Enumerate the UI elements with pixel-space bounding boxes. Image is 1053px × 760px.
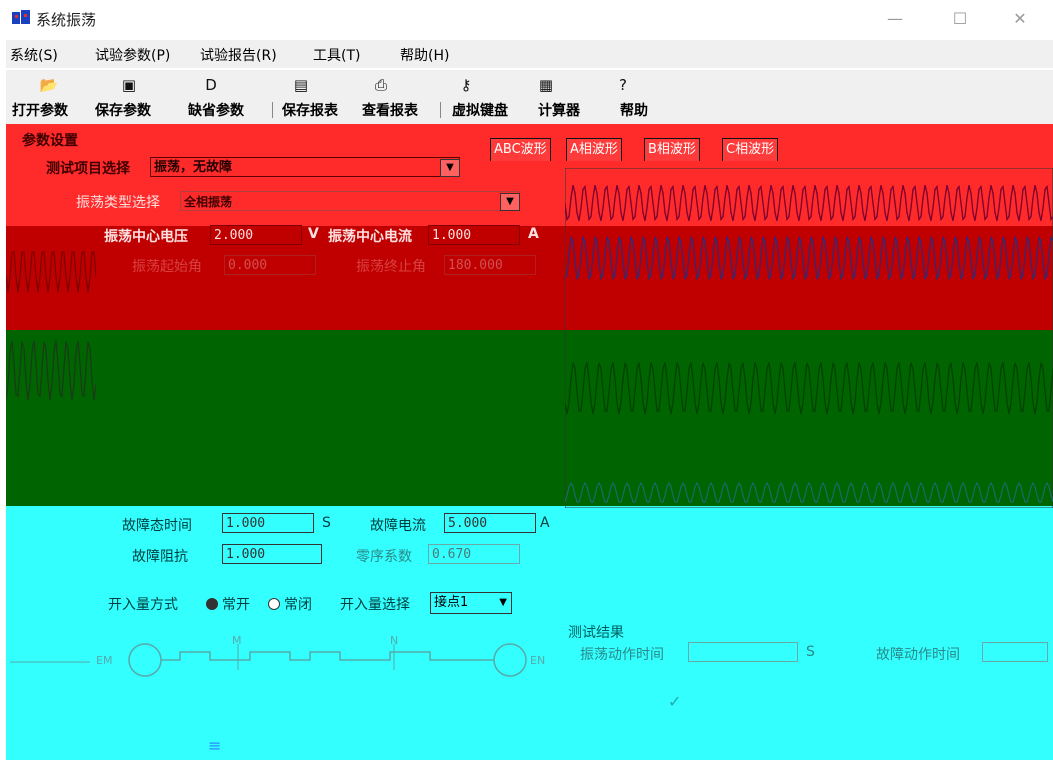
- default-params-icon[interactable]: D: [200, 76, 222, 94]
- diagram-m-label: M: [232, 634, 242, 647]
- tab-b-phase-waveform[interactable]: B相波形: [644, 138, 700, 161]
- default-params-button[interactable]: 缺省参数: [188, 100, 244, 120]
- radio-normally-open[interactable]: [206, 598, 218, 610]
- angle-end-label: 振荡终止角: [356, 259, 426, 275]
- check-icon: ✓: [668, 692, 682, 711]
- center-current-unit: A: [528, 226, 539, 242]
- help-button[interactable]: 帮助: [620, 100, 648, 120]
- menu-test-report[interactable]: 试验报告(R): [200, 45, 277, 65]
- menu-bar: 系统(S) 试验参数(P) 试验报告(R) 工具(T) 帮助(H): [0, 40, 1053, 68]
- fault-current-label: 故障电流: [370, 518, 426, 534]
- menu-tools[interactable]: 工具(T): [313, 45, 360, 65]
- key-icon[interactable]: ⚷: [455, 76, 477, 94]
- radio-normally-closed[interactable]: [268, 598, 280, 610]
- input-select-label: 开入量选择: [340, 597, 410, 613]
- fault-time-unit: S: [322, 515, 331, 531]
- osc-type-dropdown-icon[interactable]: ▼: [500, 193, 520, 211]
- test-item-select[interactable]: 振荡，无故障: [150, 157, 460, 177]
- results-title: 测试结果: [568, 625, 624, 641]
- center-voltage-unit: V: [308, 226, 319, 242]
- zero-seq-label: 零序系数: [356, 549, 412, 565]
- angle-end-input[interactable]: 180.000: [444, 255, 536, 275]
- floppy-disk-icon[interactable]: ▣: [118, 76, 140, 94]
- center-voltage-input[interactable]: 2.000: [210, 225, 302, 245]
- waveform-left-strip: [6, 251, 96, 400]
- diagram-em-label: EM: [96, 654, 113, 667]
- view-report-button[interactable]: 查看报表: [362, 100, 418, 120]
- test-item-dropdown-icon[interactable]: ▼: [440, 159, 460, 177]
- app-icon: [12, 10, 30, 24]
- osc-type-select[interactable]: 全相振荡: [180, 191, 520, 211]
- maximize-button[interactable]: ☐: [945, 8, 975, 30]
- close-button[interactable]: ✕: [1005, 8, 1035, 30]
- calculator-button[interactable]: 计算器: [538, 100, 580, 120]
- osc-action-time-field: [688, 642, 798, 662]
- save-params-button[interactable]: 保存参数: [95, 100, 151, 120]
- osc-type-label: 振荡类型选择: [76, 195, 160, 211]
- center-current-label: 振荡中心电流: [328, 229, 412, 245]
- center-voltage-label: 振荡中心电压: [104, 229, 188, 245]
- param-group-title: 参数设置: [22, 133, 78, 149]
- diagram-n-label: N: [390, 634, 399, 647]
- osc-action-time-label: 振荡动作时间: [580, 647, 664, 663]
- radio-normally-closed-label: 常闭: [284, 597, 312, 613]
- tab-c-phase-waveform[interactable]: C相波形: [722, 138, 779, 161]
- calculator-icon[interactable]: ▦: [535, 76, 557, 94]
- list-icon: ≡: [208, 736, 222, 755]
- toolbar: 📂 ▣ D ▤ ⎙ ⚷ ▦ ? 打开参数 保存参数 缺省参数 保存报表 查看报表…: [0, 70, 1053, 124]
- save-report-icon[interactable]: ▤: [290, 76, 312, 94]
- virtual-keyboard-button[interactable]: 虚拟键盘: [452, 100, 508, 120]
- diagram-en-label: EN: [530, 654, 546, 667]
- osc-action-time-unit: S: [806, 644, 815, 660]
- input-mode-label: 开入量方式: [108, 597, 178, 613]
- fault-impedance-input[interactable]: 1.000: [222, 544, 322, 564]
- menu-system[interactable]: 系统(S): [10, 45, 58, 65]
- system-diagram: [10, 643, 527, 677]
- folder-open-icon[interactable]: 📂: [38, 76, 60, 94]
- menu-help[interactable]: 帮助(H): [400, 45, 449, 65]
- fault-time-label: 故障态时间: [122, 518, 192, 534]
- zero-seq-input[interactable]: 0.670: [428, 544, 520, 564]
- menu-test-params[interactable]: 试验参数(P): [95, 45, 170, 65]
- open-params-button[interactable]: 打开参数: [12, 100, 68, 120]
- angle-start-input[interactable]: 0.000: [224, 255, 316, 275]
- test-item-label: 测试项目选择: [46, 161, 130, 177]
- minimize-button[interactable]: —: [880, 8, 910, 30]
- title-bar: 系统振荡 — ☐ ✕: [0, 0, 1053, 38]
- window-title: 系统振荡: [36, 11, 97, 29]
- toolbar-separator: [272, 102, 273, 118]
- fault-impedance-label: 故障阻抗: [132, 549, 188, 565]
- fault-time-input[interactable]: 1.000: [222, 513, 314, 533]
- tab-a-phase-waveform[interactable]: A相波形: [566, 138, 622, 161]
- waveform-plot: [565, 168, 1053, 508]
- toolbar-separator: [440, 102, 441, 118]
- fault-current-unit: A: [540, 515, 550, 531]
- printer-icon[interactable]: ⎙: [370, 76, 392, 94]
- input-select-dropdown[interactable]: 接点1 ▼: [430, 592, 512, 614]
- chevron-down-icon: ▼: [499, 597, 507, 608]
- center-current-input[interactable]: 1.000: [428, 225, 520, 245]
- fault-action-time-field: [982, 642, 1048, 662]
- fault-action-time-label: 故障动作时间: [876, 647, 960, 663]
- tab-abc-waveform[interactable]: ABC波形: [490, 138, 551, 161]
- fault-current-input[interactable]: 5.000: [444, 513, 536, 533]
- input-select-value: 接点1: [434, 595, 469, 610]
- radio-normally-open-label: 常开: [222, 597, 250, 613]
- angle-start-label: 振荡起始角: [132, 259, 202, 275]
- help-icon[interactable]: ?: [612, 76, 634, 94]
- save-report-button[interactable]: 保存报表: [282, 100, 338, 120]
